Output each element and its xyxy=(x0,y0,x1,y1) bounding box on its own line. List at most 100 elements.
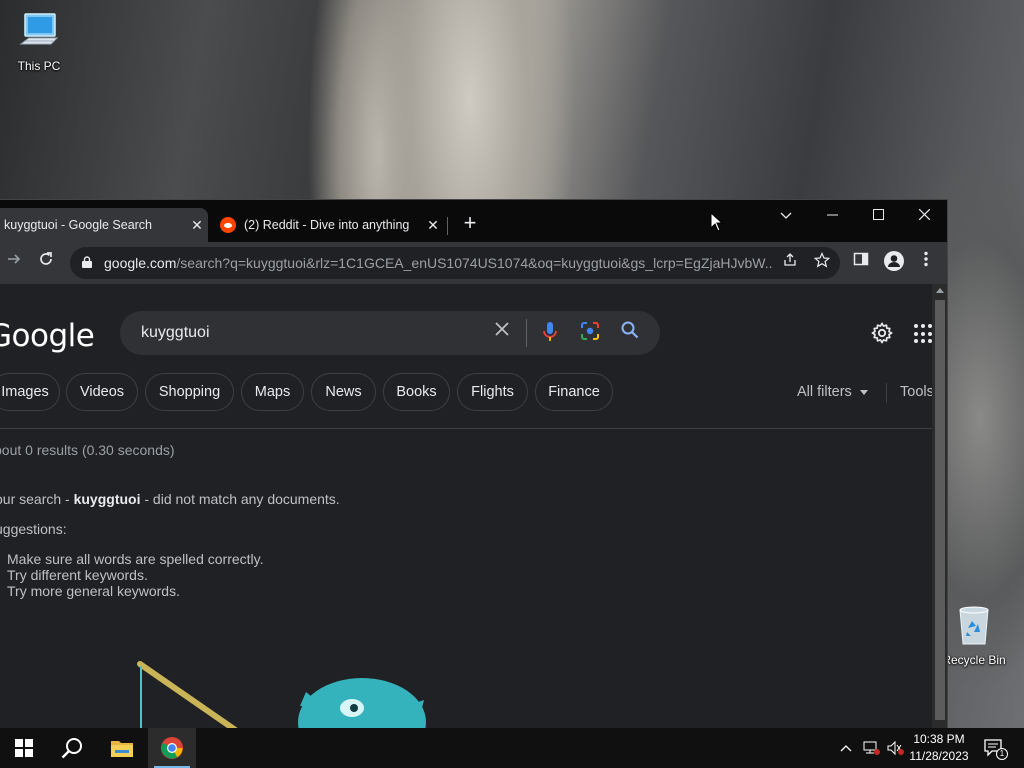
microphone-icon xyxy=(543,322,557,341)
no-results-illustration xyxy=(137,661,427,728)
lock-icon xyxy=(82,255,94,271)
tab-strip: kuyggtuoi - Google Search ✕ (2) Reddit -… xyxy=(0,200,947,242)
filter-chip-finance[interactable]: Finance xyxy=(535,373,613,411)
clock-time: 10:38 PM xyxy=(913,732,965,746)
no-results-suffix: - did not match any documents. xyxy=(140,491,340,507)
url-path: /search?q=kuyggtuoi&rlz=1C1GCEA_enUS1074… xyxy=(176,255,772,271)
filter-chip-books[interactable]: Books xyxy=(383,373,450,411)
address-bar[interactable]: google.com/search?q=kuyggtuoi&rlz=1C1GCE… xyxy=(70,247,840,279)
notifications-button[interactable]: 1 xyxy=(980,728,1008,768)
search-box-divider xyxy=(526,319,527,347)
clock-date: 11/28/2023 xyxy=(909,749,969,763)
scroll-up-arrow-icon[interactable] xyxy=(936,288,944,293)
all-filters-label: All filters xyxy=(797,384,852,400)
all-filters-button[interactable]: All filters xyxy=(797,384,868,400)
new-tab-button[interactable]: + xyxy=(458,211,482,235)
suggestion-item: Make sure all words are spelled correctl… xyxy=(7,551,264,567)
filter-chip-news[interactable]: News xyxy=(311,373,376,411)
chrome-menu-button[interactable] xyxy=(914,251,938,275)
desktop-icon-label: This PC xyxy=(17,59,61,73)
start-button[interactable] xyxy=(0,728,48,768)
notification-count-badge: 1 xyxy=(996,748,1008,760)
browser-toolbar: google.com/search?q=kuyggtuoi&rlz=1C1GCE… xyxy=(0,242,947,284)
tab-google-search[interactable]: kuyggtuoi - Google Search ✕ xyxy=(0,208,208,242)
reddit-favicon-icon xyxy=(220,217,236,233)
result-stats: bout 0 results (0.30 seconds) xyxy=(0,442,175,458)
profile-button[interactable] xyxy=(882,251,906,275)
tab-reddit[interactable]: (2) Reddit - Dive into anything ✕ xyxy=(214,208,444,242)
search-icon xyxy=(621,321,639,339)
settings-button[interactable] xyxy=(870,322,894,346)
taskbar-search-button[interactable] xyxy=(48,728,96,768)
search-results-page: Google kuyggtuoi Images Videos xyxy=(0,284,932,728)
reload-button[interactable] xyxy=(34,251,58,275)
share-icon xyxy=(784,253,796,266)
minimize-button[interactable] xyxy=(812,202,852,228)
tools-button[interactable]: Tools xyxy=(900,384,932,400)
maximize-button[interactable] xyxy=(858,202,898,228)
search-icon xyxy=(61,738,82,759)
minimize-icon xyxy=(826,214,838,216)
filter-chip-maps[interactable]: Maps xyxy=(241,373,304,411)
no-results-message: our search - kuyggtuoi - did not match a… xyxy=(0,491,340,507)
filter-chip-flights[interactable]: Flights xyxy=(457,373,528,411)
scrollbar-thumb[interactable] xyxy=(935,300,945,720)
avatar-icon xyxy=(884,251,904,271)
search-input[interactable]: kuyggtuoi xyxy=(141,324,210,342)
share-button[interactable] xyxy=(778,251,802,275)
network-button[interactable] xyxy=(860,728,882,768)
tab-title: (2) Reddit - Dive into anything xyxy=(244,218,410,232)
suggestion-item: Try different keywords. xyxy=(7,567,148,583)
windows-taskbar: 10:38 PM 11/28/2023 1 xyxy=(0,728,1024,768)
close-icon xyxy=(495,322,509,336)
windows-logo-icon xyxy=(15,739,33,757)
voice-search-button[interactable] xyxy=(538,321,562,345)
taskbar-chrome[interactable] xyxy=(148,728,196,768)
chevron-up-icon xyxy=(840,745,852,752)
tab-search-button[interactable] xyxy=(766,202,806,228)
url-text: google.com/search?q=kuyggtuoi&rlz=1C1GCE… xyxy=(104,255,772,271)
side-panel-button[interactable] xyxy=(849,251,873,275)
desktop-icon-this-pc[interactable]: This PC xyxy=(3,10,75,73)
filter-chip-shopping[interactable]: Shopping xyxy=(145,373,234,411)
taskbar-clock[interactable]: 10:38 PM 11/28/2023 xyxy=(904,731,974,765)
header-divider xyxy=(0,428,932,429)
lens-search-button[interactable] xyxy=(578,321,602,345)
taskbar-file-explorer[interactable] xyxy=(98,728,146,768)
filter-chip-videos[interactable]: Videos xyxy=(66,373,138,411)
camera-lens-icon xyxy=(581,322,599,340)
google-apps-button[interactable] xyxy=(914,324,932,344)
page-scrollbar[interactable] xyxy=(932,284,947,728)
show-hidden-icons-button[interactable] xyxy=(836,728,856,768)
suggestion-item: Try more general keywords. xyxy=(7,583,180,599)
close-icon xyxy=(918,208,930,221)
desktop-icon-label: Recycle Bin xyxy=(942,653,1006,667)
close-window-button[interactable] xyxy=(904,202,944,228)
clear-search-button[interactable] xyxy=(490,321,514,345)
chevron-down-icon xyxy=(780,212,792,219)
search-box[interactable]: kuyggtuoi xyxy=(120,311,660,355)
recycle-bin-icon xyxy=(938,602,1010,651)
chrome-icon xyxy=(161,737,183,759)
more-vert-icon xyxy=(924,251,928,267)
search-filter-chips: Images Videos Shopping Maps News Books F… xyxy=(0,373,932,413)
chip-divider xyxy=(886,383,887,403)
folder-icon xyxy=(111,741,133,757)
tab-close-icon[interactable]: ✕ xyxy=(186,217,208,234)
volume-muted-icon xyxy=(887,740,904,756)
suggestions-heading: uggestions: xyxy=(0,521,67,537)
star-icon xyxy=(813,252,831,268)
search-submit-button[interactable] xyxy=(618,321,642,345)
filter-chip-images[interactable]: Images xyxy=(0,373,60,411)
tab-close-icon[interactable]: ✕ xyxy=(422,217,444,234)
volume-button[interactable] xyxy=(884,728,906,768)
caret-down-icon xyxy=(859,389,868,395)
suggestions-list: Make sure all words are spelled correctl… xyxy=(7,551,264,599)
chrome-window: kuyggtuoi - Google Search ✕ (2) Reddit -… xyxy=(0,199,948,729)
desktop-icon-recycle-bin[interactable]: Recycle Bin xyxy=(938,602,1010,667)
forward-button[interactable] xyxy=(2,251,26,275)
google-logo[interactable]: Google xyxy=(0,318,95,354)
this-pc-icon xyxy=(3,10,75,57)
bookmark-button[interactable] xyxy=(810,251,834,275)
network-icon xyxy=(863,741,880,755)
